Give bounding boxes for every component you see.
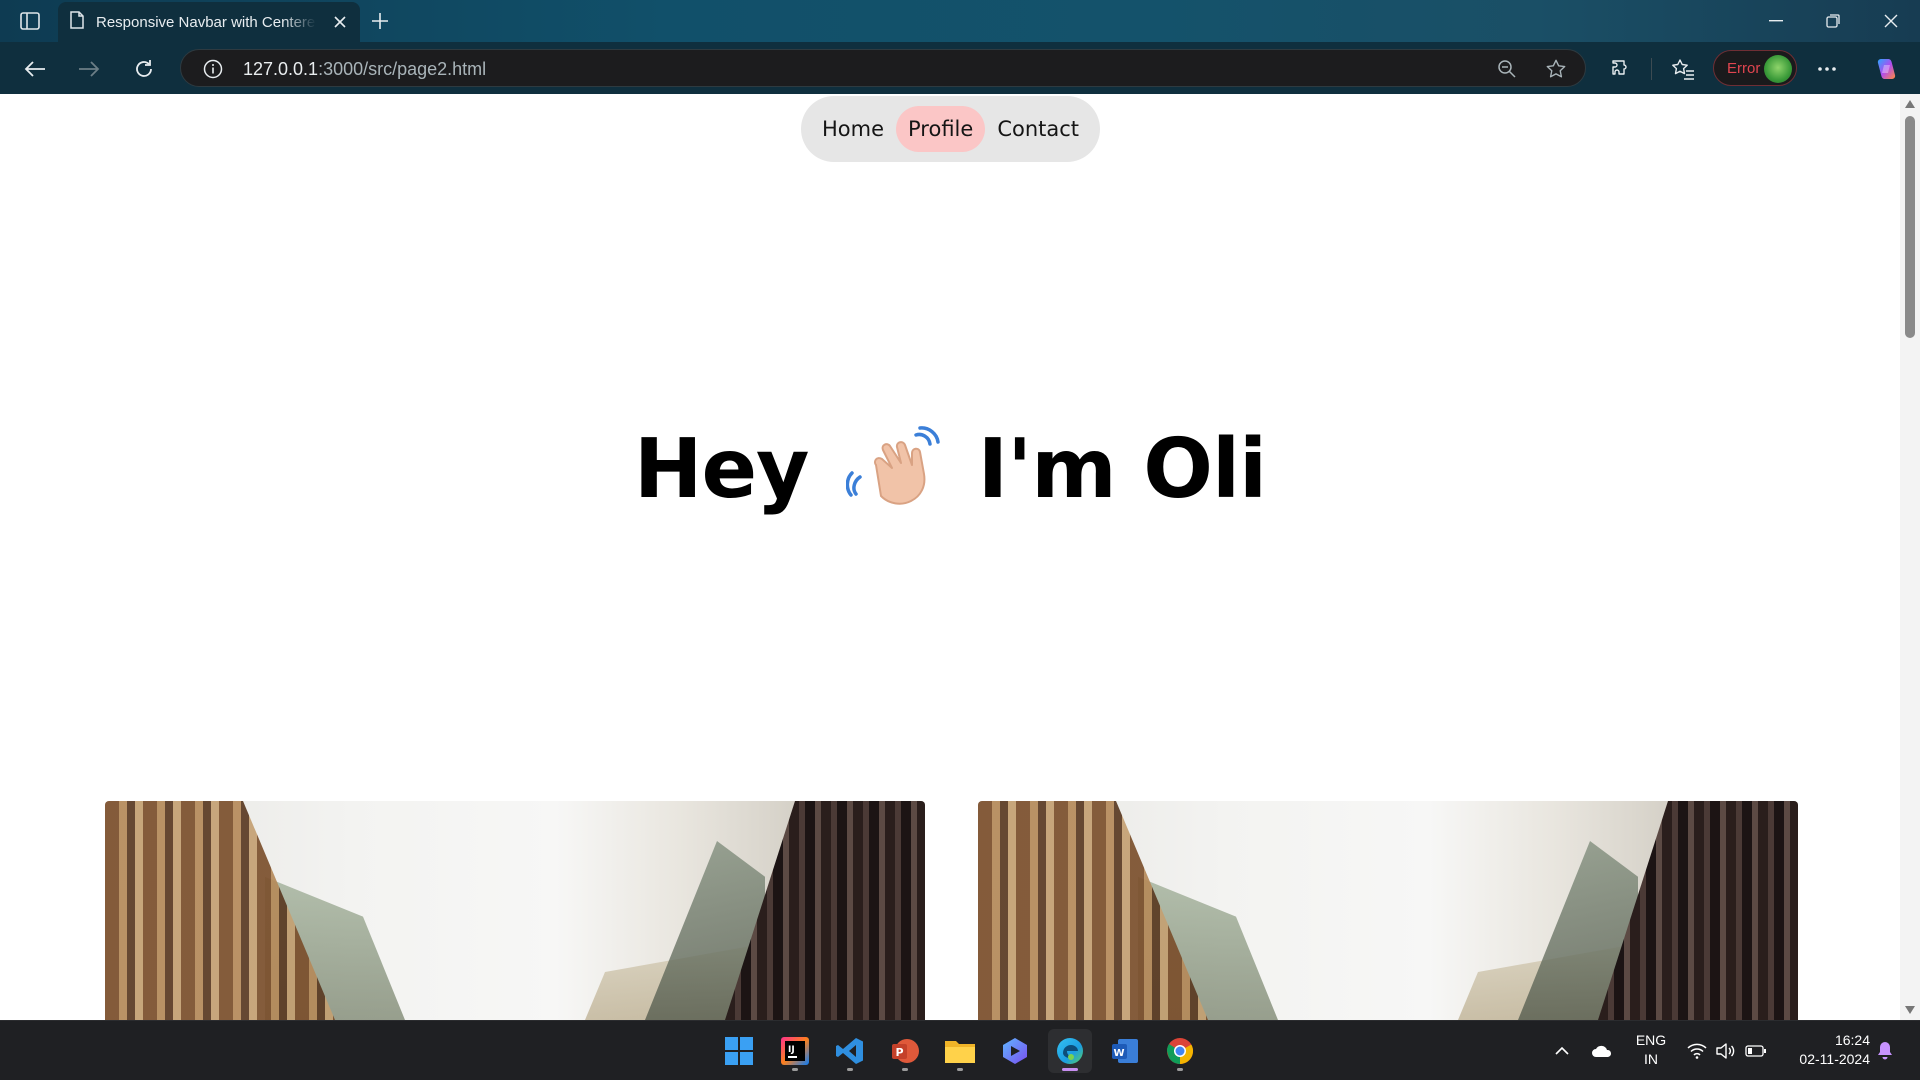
more-menu-icon[interactable]	[1812, 54, 1842, 84]
favorite-star-icon[interactable]	[1545, 58, 1567, 80]
edge-icon[interactable]	[1048, 1029, 1092, 1073]
lang-code: ENG	[1635, 1032, 1667, 1048]
waving-hand-icon	[845, 425, 946, 511]
system-clock[interactable]: 16:24 02-11-2024	[1778, 1031, 1870, 1069]
url-host: 127.0.0.1	[243, 59, 319, 79]
url-path: :3000/src/page2.html	[318, 59, 487, 79]
close-window-icon[interactable]	[1877, 8, 1905, 34]
page-navbar: Home Profile Contact	[801, 96, 1100, 162]
running-indicator	[957, 1068, 963, 1071]
svg-text:IJ: IJ	[788, 1045, 795, 1055]
new-tab-icon[interactable]	[368, 9, 392, 33]
scroll-down-icon[interactable]	[1905, 1006, 1915, 1014]
chrome-icon[interactable]	[1158, 1029, 1202, 1073]
windows-taskbar: IJ P W ENG IN 16:24 02-11-2024	[0, 1020, 1920, 1080]
scroll-up-icon[interactable]	[1905, 100, 1915, 108]
copilot-app-icon[interactable]	[993, 1029, 1037, 1073]
svg-text:W: W	[1114, 1048, 1125, 1059]
hero-heading: Hey I'm Oli	[0, 422, 1900, 517]
chevron-up-icon[interactable]	[1552, 1039, 1572, 1063]
extensions-icon[interactable]	[1606, 54, 1636, 84]
forward-arrow-icon[interactable]	[74, 54, 104, 84]
notification-bell-icon[interactable]	[1874, 1039, 1896, 1063]
back-arrow-icon[interactable]	[20, 54, 50, 84]
vscode-icon[interactable]	[828, 1029, 872, 1073]
lang-region: IN	[1644, 1051, 1658, 1067]
nav-link-home[interactable]: Home	[810, 106, 896, 152]
onedrive-cloud-icon[interactable]	[1590, 1039, 1614, 1063]
volume-icon[interactable]	[1714, 1039, 1736, 1063]
toolbar-divider	[1651, 58, 1652, 80]
clock-date: 02-11-2024	[1799, 1051, 1870, 1067]
clock-time: 16:24	[1834, 1032, 1870, 1048]
hero-text-before: Hey	[633, 422, 810, 517]
file-explorer-icon[interactable]	[938, 1029, 982, 1073]
browser-toolbar: 127.0.0.1:3000/src/page2.html Error	[0, 42, 1920, 94]
running-indicator	[902, 1068, 908, 1071]
sidebar-toggle-icon[interactable]	[18, 10, 42, 32]
windows-start-icon[interactable]	[717, 1029, 761, 1073]
tab-title: Responsive Navbar with Centered	[96, 13, 316, 31]
powerpoint-icon[interactable]: P	[883, 1029, 927, 1073]
word-icon[interactable]: W	[1103, 1029, 1147, 1073]
close-tab-icon[interactable]	[330, 12, 350, 32]
minimize-icon[interactable]	[1762, 8, 1790, 34]
svg-text:P: P	[896, 1046, 904, 1059]
profile-button[interactable]: Error	[1713, 50, 1797, 86]
page-icon	[70, 10, 84, 34]
street-photo-2	[978, 801, 1798, 1020]
zoom-out-icon[interactable]	[1497, 59, 1517, 79]
street-photo-1	[105, 801, 925, 1020]
page-scrollbar[interactable]	[1900, 94, 1920, 1020]
page-viewport: Home Profile Contact Hey I'm Oli	[0, 94, 1900, 1020]
nav-link-profile[interactable]: Profile	[896, 106, 986, 152]
input-language[interactable]: ENG IN	[1626, 1031, 1676, 1069]
intellij-icon[interactable]: IJ	[773, 1029, 817, 1073]
battery-icon[interactable]	[1744, 1039, 1768, 1063]
scrollbar-thumb[interactable]	[1905, 116, 1915, 338]
running-indicator	[792, 1068, 798, 1071]
running-indicator	[1062, 1068, 1078, 1071]
reload-icon[interactable]	[129, 54, 159, 84]
running-indicator	[1177, 1068, 1183, 1071]
address-bar[interactable]: 127.0.0.1:3000/src/page2.html	[180, 49, 1586, 87]
restore-icon[interactable]	[1819, 8, 1847, 34]
url-text[interactable]: 127.0.0.1:3000/src/page2.html	[243, 59, 486, 80]
hero-text-after: I'm Oli	[977, 422, 1268, 517]
wifi-icon[interactable]	[1686, 1039, 1708, 1063]
favorites-list-icon[interactable]	[1668, 54, 1698, 84]
avatar	[1764, 55, 1792, 83]
running-indicator	[847, 1068, 853, 1071]
copilot-icon[interactable]	[1871, 54, 1901, 84]
nav-link-contact[interactable]: Contact	[985, 106, 1091, 152]
profile-status-text: Error	[1727, 60, 1761, 77]
browser-tab[interactable]: Responsive Navbar with Centered	[58, 2, 360, 42]
browser-titlebar: Responsive Navbar with Centered	[0, 0, 1920, 42]
site-info-icon[interactable]	[203, 59, 223, 79]
